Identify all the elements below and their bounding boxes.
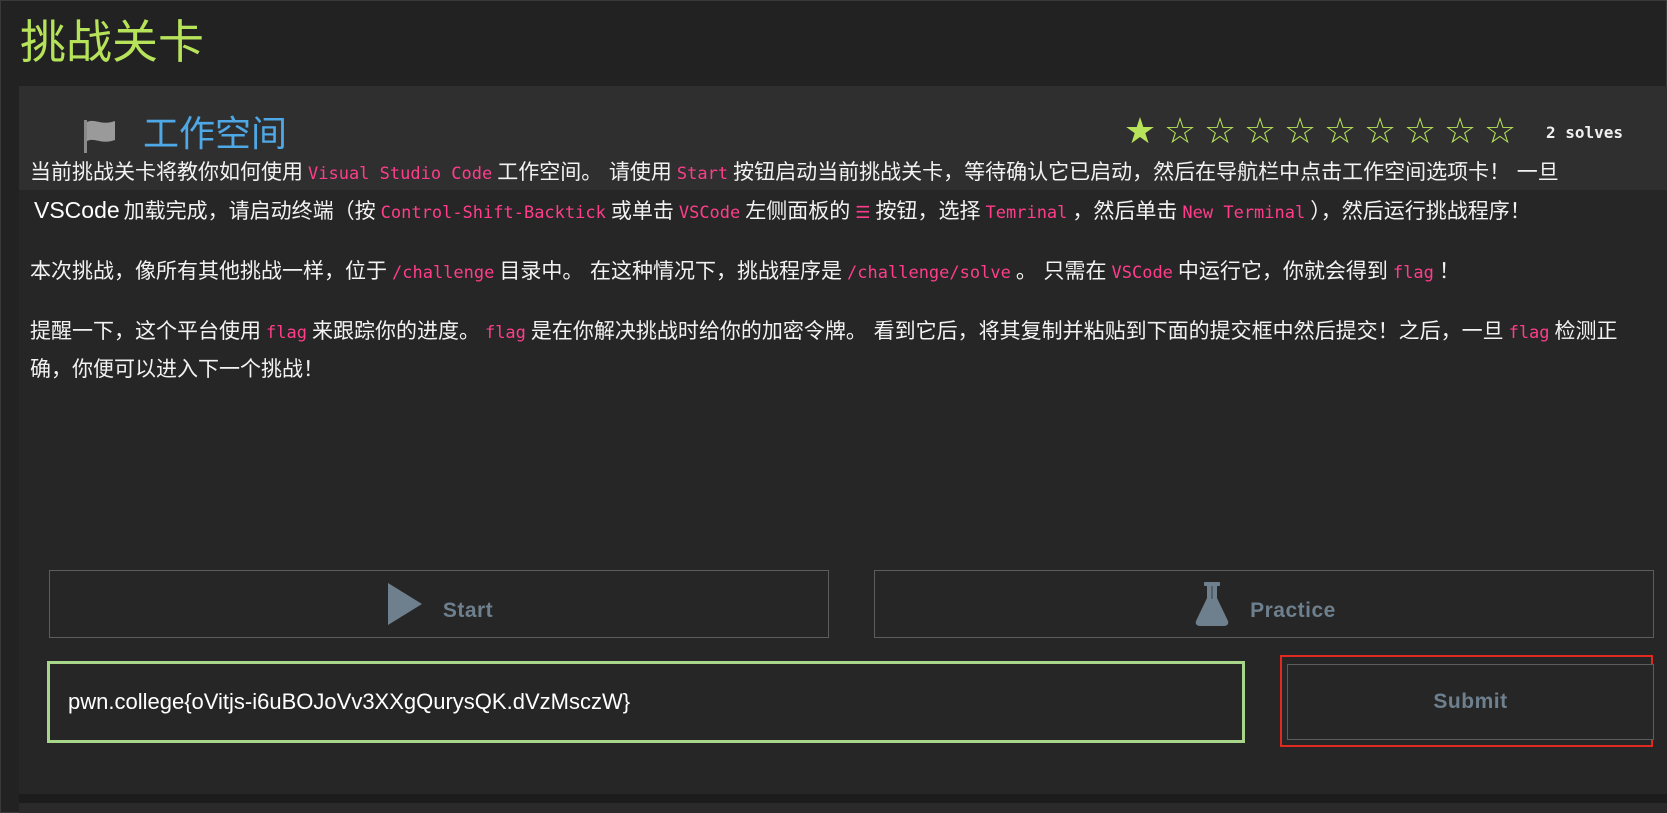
description-text: 来跟踪你的进度。 — [311, 319, 480, 343]
code-snippet: Start — [676, 164, 729, 184]
code-snippet: flag — [484, 323, 526, 343]
code-snippet: /challenge/solve — [847, 263, 1011, 283]
description-text: 是在你解决挑战时给你的加密令牌。 看到它后，将其复制并粘贴到下面的提交框中然后提… — [530, 319, 1504, 343]
star-filled-icon: ★ — [1123, 111, 1157, 152]
description-paragraph-2: 本次挑战，像所有其他挑战一样，位于/challenge 目录中。 在这种情况下，挑… — [30, 253, 1642, 291]
code-snippet: Visual Studio Code — [308, 164, 493, 184]
star-empty-icon: ☆ — [1283, 111, 1317, 152]
description-text: 左侧面板的 — [745, 199, 851, 223]
solves-count: 2 solves — [1545, 123, 1623, 142]
star-empty-icon: ☆ — [1443, 111, 1477, 152]
challenge-description: 当前挑战关卡将教你如何使用 Visual Studio Code 工作空间。 请使用… — [30, 154, 1642, 409]
star-empty-icon: ☆ — [1163, 111, 1197, 152]
play-icon — [387, 583, 422, 625]
star-empty-icon: ☆ — [1403, 111, 1437, 152]
star-empty-icon: ☆ — [1243, 111, 1277, 152]
menu-icon: ☰ — [855, 203, 871, 223]
description-text: 本次挑战，像所有其他挑战一样，位于 — [30, 259, 387, 283]
difficulty-rating: ★ ☆ ☆ ☆ ☆ ☆ ☆ ☆ ☆ ☆ — [1121, 110, 1519, 154]
star-empty-icon: ☆ — [1483, 111, 1517, 152]
code-snippet: /challenge — [392, 263, 495, 283]
description-text: 。 只需在 — [1015, 259, 1107, 283]
star-empty-icon: ☆ — [1203, 111, 1237, 152]
code-snippet: flag — [1508, 323, 1550, 343]
code-snippet: VSCode — [678, 203, 741, 223]
description-paragraph-3: 提醒一下，这个平台使用 flag 来跟踪你的进度。 flag 是在你解决挑战时给你的加密… — [30, 313, 1642, 387]
star-empty-icon: ☆ — [1363, 111, 1397, 152]
description-text: 或单击 — [610, 199, 674, 223]
description-text: 工作空间。 请使用 — [497, 160, 672, 184]
code-snippet: New Terminal — [1182, 203, 1306, 223]
practice-button-label: Practice — [1250, 599, 1336, 622]
description-text: 中运行它，你就会得到 — [1177, 259, 1388, 283]
code-snippet: VSCode — [1111, 263, 1173, 283]
start-button[interactable]: Start — [49, 570, 829, 638]
description-text: ，然后单击 — [1072, 199, 1178, 223]
flag-icon — [84, 120, 115, 153]
flask-icon — [1195, 582, 1229, 626]
code-snippet: flag — [266, 323, 307, 343]
vscode-text: VSCode — [34, 197, 120, 223]
code-snippet: Temrinal — [985, 203, 1068, 223]
practice-button[interactable]: Practice — [874, 570, 1654, 638]
submit-button[interactable]: Submit — [1287, 664, 1654, 740]
description-text: 提醒一下，这个平台使用 — [30, 319, 261, 343]
code-snippet: Control-Shift-Backtick — [380, 203, 606, 223]
description-text: 按钮，选择 — [875, 199, 981, 223]
star-empty-icon: ☆ — [1323, 111, 1357, 152]
description-text: ），然后运行挑战程序！ — [1310, 199, 1531, 223]
next-section-edge-line — [19, 803, 1667, 813]
description-text: 按钮启动当前挑战关卡，等待确认它已启动，然后在导航栏中点击工作空间选项卡！ 一旦 — [733, 160, 1559, 184]
description-text: 加载完成，请启动终端（按 — [123, 199, 376, 223]
code-snippet: flag — [1392, 263, 1434, 283]
description-paragraph-1: 当前挑战关卡将教你如何使用 Visual Studio Code 工作空间。 请使用… — [30, 154, 1642, 231]
page-title: 挑战关卡 — [20, 15, 204, 69]
description-text: 当前挑战关卡将教你如何使用 — [30, 160, 303, 184]
start-button-label: Start — [442, 599, 494, 622]
description-text: ！ — [1438, 259, 1460, 283]
flag-input[interactable] — [47, 661, 1245, 743]
description-text: 目录中。 在这种情况下，挑战程序是 — [499, 259, 843, 283]
